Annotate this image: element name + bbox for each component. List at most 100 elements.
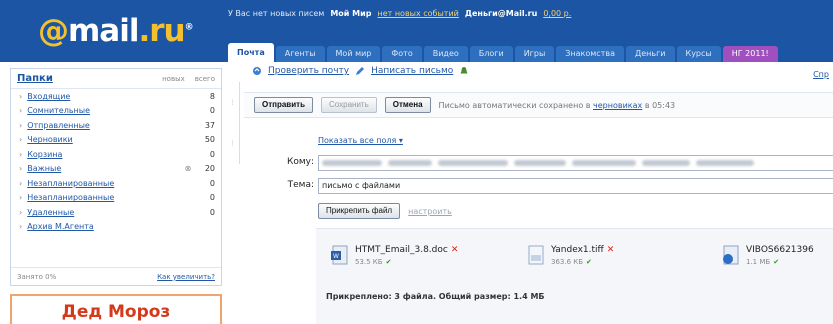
attachment-item: Yandex1.tiff ✕ 363.6 КБ ✔ (526, 245, 614, 267)
folder-count: 0 (209, 193, 215, 203)
bullet-icon: › (19, 120, 23, 130)
attachment-size: 1.1 МБ (746, 258, 771, 266)
bullet-icon: › (19, 149, 23, 159)
toolbar-grip-icon[interactable]: ⋮ (230, 140, 236, 147)
attachments-panel: W HTMT_Email_3.8.doc ✕ 53.5 КБ ✔ Yandex1.t… (316, 228, 833, 324)
autosave-status: Письмо автоматически сохранено в чернови… (438, 100, 676, 110)
to-field[interactable] (318, 155, 833, 171)
money-balance-link[interactable]: 0,00 р. (543, 9, 571, 18)
tab-9[interactable]: Курсы (676, 46, 721, 62)
col-new-label: новых (162, 74, 185, 83)
remove-attachment-icon[interactable]: ✕ (451, 245, 459, 255)
folder-item[interactable]: › Незапланированные 0 (11, 191, 221, 206)
bullet-icon: › (19, 207, 23, 217)
myworld-label: Мой Мир (330, 8, 372, 18)
tab-4[interactable]: Видео (423, 46, 468, 62)
promo-banner[interactable]: Дед Мороз (10, 294, 222, 324)
folder-item[interactable]: › Корзина 0 (11, 147, 221, 162)
bullet-icon: › (19, 178, 23, 188)
help-link[interactable]: Спр (813, 70, 829, 79)
sidebar: Папки новых всего › Входящие 8 › Сомнительны… (0, 62, 228, 324)
col-all-label: всего (194, 74, 215, 83)
service-tabs: Почта Агенты Мой мир Фото Видео Блоги Игры Знак… (228, 40, 778, 62)
folder-name[interactable]: Отправленные (27, 121, 181, 130)
bell-icon[interactable] (459, 66, 469, 76)
toolbar-grip-icon[interactable]: ⋮ (230, 99, 236, 106)
folder-item[interactable]: › Незапланированные 0 (11, 176, 221, 191)
folder-item[interactable]: › Сомнительные 0 (11, 104, 221, 119)
folder-name[interactable]: Сомнительные (27, 106, 181, 115)
tab-2[interactable]: Мой мир (326, 46, 381, 62)
folder-count: 0 (209, 149, 215, 159)
refresh-mail-icon (253, 67, 261, 75)
folder-name[interactable]: Входящие (27, 92, 181, 101)
folders-header: Папки новых всего (11, 69, 221, 89)
check-icon: ✔ (586, 258, 592, 266)
svg-text:W: W (333, 253, 339, 260)
compose-area: Проверить почту Написать письмо Спр Отпр… (240, 62, 833, 324)
tab-6[interactable]: Игры (514, 46, 555, 62)
attach-file-button[interactable]: Прикрепить файл (318, 203, 401, 219)
myworld-events-link[interactable]: нет новых событий (377, 9, 458, 18)
attachment-item: VIBOS6621396 1.1 МБ ✔ (721, 245, 814, 267)
attach-settings-link[interactable]: настроить (408, 207, 452, 216)
tab-10[interactable]: НГ 2011! (722, 46, 778, 62)
folder-list: › Входящие 8 › Сомнительные 0 › Отправленные 37 ›… (11, 89, 221, 234)
quota-text: Занято 0% (17, 272, 57, 281)
folder-count: 0 (209, 106, 215, 116)
tab-8[interactable]: Деньги (625, 46, 675, 62)
tab-0[interactable]: Почта (228, 43, 274, 62)
drafts-link[interactable]: черновиках (593, 101, 642, 110)
bullet-icon: › (19, 222, 23, 232)
folder-count: 8 (209, 91, 215, 101)
folder-item[interactable]: › Важные ⊗ 20 (11, 162, 221, 177)
folder-item[interactable]: › Удаленные 0 (11, 205, 221, 220)
save-button[interactable]: Сохранить (320, 97, 377, 113)
check-icon: ✔ (773, 258, 780, 266)
folder-count: 0 (209, 207, 215, 217)
folder-name[interactable]: Архив M.Агента (27, 222, 181, 231)
folder-item[interactable]: › Отправленные 37 (11, 118, 221, 133)
header-topline: У Вас нет новых писем Мой Мир нет новых … (228, 4, 571, 22)
folder-item[interactable]: › Черновики 50 (11, 133, 221, 148)
folder-name[interactable]: Корзина (27, 150, 181, 159)
bullet-icon: › (19, 164, 23, 174)
folder-item[interactable]: › Архив M.Агента (11, 220, 221, 235)
attachment-name: HTMT_Email_3.8.doc (355, 245, 448, 255)
tab-7[interactable]: Знакомства (556, 46, 624, 62)
folders-title-link[interactable]: Папки (17, 73, 53, 84)
bullet-icon: › (19, 193, 23, 203)
cancel-button[interactable]: Отмена (384, 97, 431, 113)
increase-quota-link[interactable]: Как увеличить? (157, 273, 215, 281)
folder-name[interactable]: Черновики (27, 135, 181, 144)
bullet-icon: › (19, 135, 23, 145)
attachment-name: Yandex1.tiff (551, 245, 604, 255)
check-mail-link[interactable]: Проверить почту (268, 66, 349, 76)
mail-actions: Проверить почту Написать письмо (252, 66, 469, 76)
tab-5[interactable]: Блоги (469, 46, 513, 62)
folder-name[interactable]: Незапланированные (27, 179, 181, 188)
bullet-icon: › (19, 106, 23, 116)
subject-field[interactable]: письмо с файлами (318, 178, 833, 194)
folder-count: 20 (204, 164, 215, 174)
folder-count: 0 (209, 178, 215, 188)
bullet-icon: › (19, 91, 23, 101)
folder-name[interactable]: Незапланированные (27, 193, 181, 202)
check-icon: ✔ (385, 258, 392, 266)
folder-item[interactable]: › Входящие 8 (11, 89, 221, 104)
attachments-summary: Прикреплено: 3 файла. Общий размер: 1.4 … (326, 292, 545, 301)
folder-count: 50 (204, 135, 215, 145)
mailru-logo[interactable]: @mail.ru® (38, 13, 194, 49)
attachment-item: W HTMT_Email_3.8.doc ✕ 53.5 КБ ✔ (330, 245, 458, 267)
tab-1[interactable]: Агенты (275, 46, 325, 62)
write-letter-link[interactable]: Написать письмо (371, 66, 453, 76)
pencil-icon (356, 67, 365, 75)
attachment-size: 53.5 КБ (355, 258, 383, 266)
tab-3[interactable]: Фото (382, 46, 422, 62)
folder-name[interactable]: Важные (27, 164, 181, 173)
folder-name[interactable]: Удаленные (27, 208, 181, 217)
send-button[interactable]: Отправить (254, 97, 313, 113)
show-all-fields-link[interactable]: Показать все поля ▾ (318, 136, 403, 145)
remove-attachment-icon[interactable]: ✕ (607, 245, 615, 255)
promo-title: Дед Мороз (61, 302, 171, 322)
